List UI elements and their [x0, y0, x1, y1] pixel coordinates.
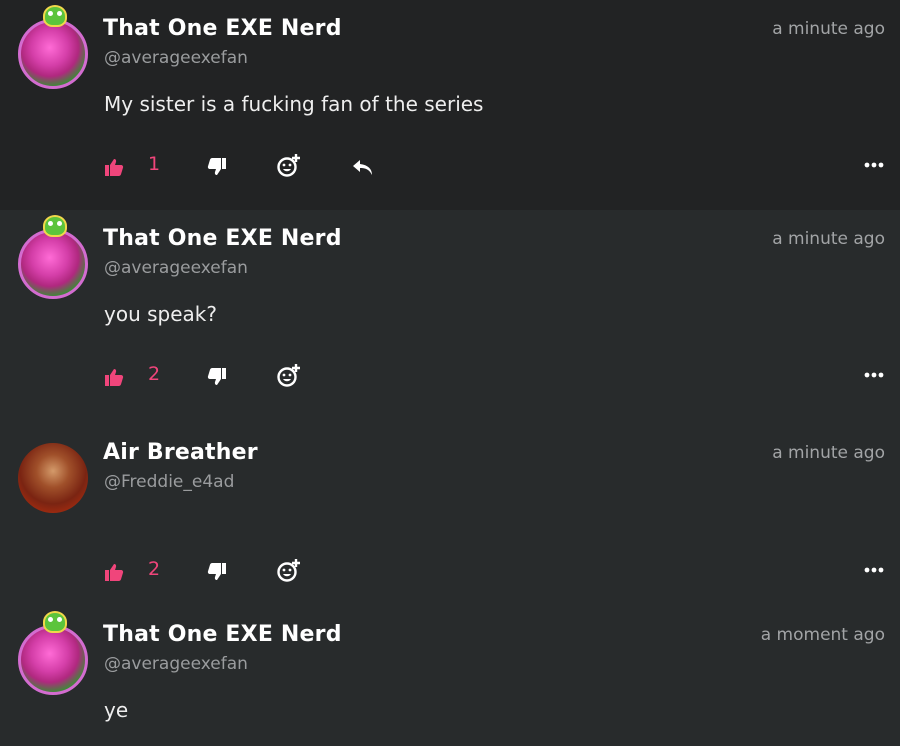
thumbs-down-icon[interactable] [207, 560, 226, 584]
comment-handle[interactable]: @Freddie_e4ad [104, 472, 234, 492]
add-emoji-icon[interactable] [277, 154, 301, 178]
comment-author[interactable]: Air Breather [103, 440, 258, 465]
avatar-badge-icon [43, 5, 67, 27]
comment-timestamp: a moment ago [760, 625, 885, 645]
avatar-badge-icon [43, 215, 67, 237]
comment-timestamp: a minute ago [772, 443, 885, 463]
comment-handle[interactable]: @averageexefan [104, 654, 248, 674]
avatar[interactable] [18, 215, 88, 299]
comment-text: My sister is a fucking fan of the series [104, 92, 484, 116]
thumbs-down-icon[interactable] [207, 365, 226, 389]
comment-actions: 2 [0, 556, 900, 586]
avatar[interactable] [18, 443, 88, 513]
thumbs-up-icon[interactable] [105, 560, 124, 584]
comment-item: That One EXE Nerd @averageexefan a minut… [0, 0, 900, 210]
avatar-badge-icon [43, 611, 67, 633]
comment-item: Air Breather @Freddie_e4ad a minute ago … [0, 424, 900, 606]
like-count: 1 [148, 153, 161, 175]
thumbs-down-icon[interactable] [207, 155, 226, 179]
like-count: 2 [148, 363, 161, 385]
comment-timestamp: a minute ago [772, 19, 885, 39]
comment-author[interactable]: That One EXE Nerd [103, 226, 342, 251]
more-dots-icon[interactable] [864, 371, 884, 379]
comment-author[interactable]: That One EXE Nerd [103, 622, 342, 647]
like-count: 2 [148, 558, 161, 580]
reply-arrow-icon[interactable] [352, 156, 374, 180]
comment-handle[interactable]: @averageexefan [104, 258, 248, 278]
add-emoji-icon[interactable] [277, 364, 301, 388]
thumbs-up-icon[interactable] [105, 155, 124, 179]
more-dots-icon[interactable] [864, 161, 884, 169]
comment-author[interactable]: That One EXE Nerd [103, 16, 342, 41]
comment-timestamp: a minute ago [772, 229, 885, 249]
comment-item: That One EXE Nerd @averageexefan a momen… [0, 606, 900, 746]
comment-item: That One EXE Nerd @averageexefan a minut… [0, 210, 900, 424]
thumbs-up-icon[interactable] [105, 365, 124, 389]
comment-actions: 1 [0, 151, 900, 181]
comment-actions: 2 [0, 361, 900, 391]
comment-text: ye [104, 698, 129, 722]
comment-handle[interactable]: @averageexefan [104, 48, 248, 68]
add-emoji-icon[interactable] [277, 559, 301, 583]
more-dots-icon[interactable] [864, 566, 884, 574]
comment-text: you speak? [104, 302, 217, 326]
avatar[interactable] [18, 611, 88, 695]
avatar[interactable] [18, 5, 88, 89]
